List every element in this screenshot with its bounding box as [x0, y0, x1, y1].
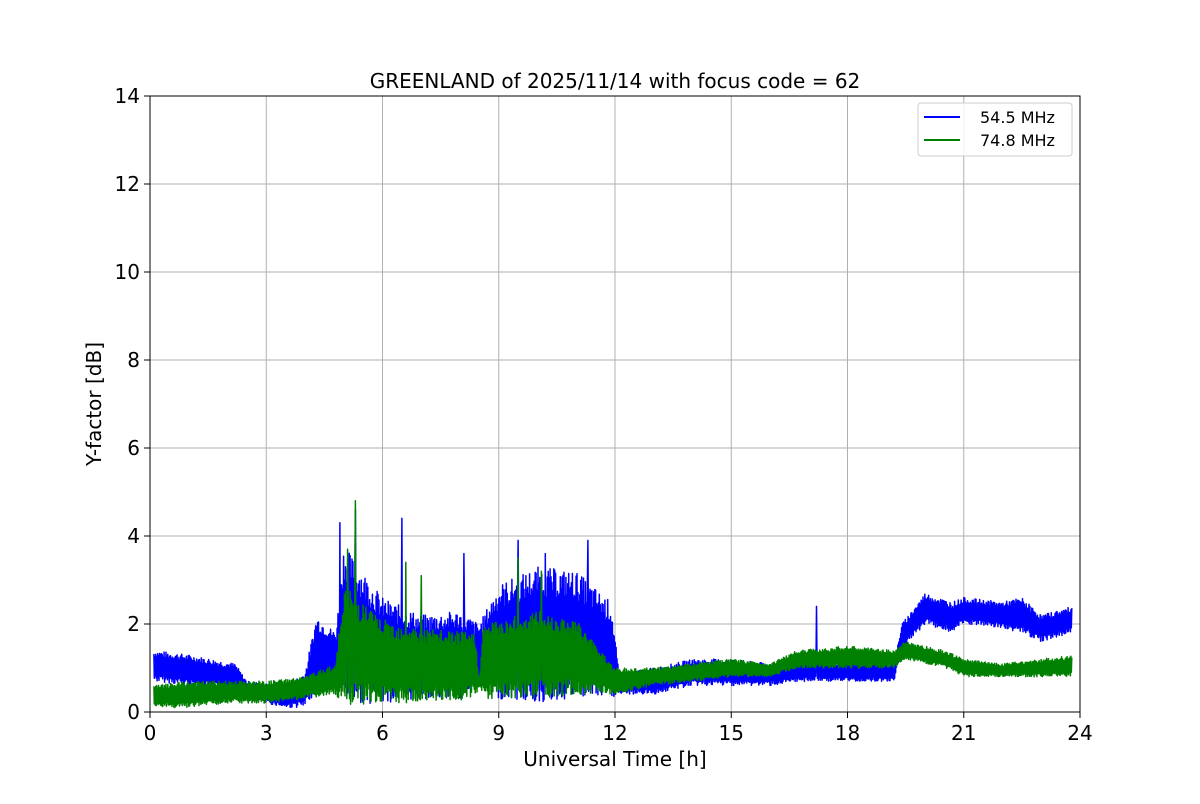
legend: 54.5 MHz 74.8 MHz	[917, 102, 1073, 157]
y-tick-label: 2	[127, 612, 140, 636]
x-tick-label: 6	[376, 721, 389, 745]
chart-title: GREENLAND of 2025/11/14 with focus code …	[370, 69, 861, 93]
y-tick-label: 12	[115, 172, 140, 196]
y-tick-label: 4	[127, 524, 140, 548]
x-tick-label: 24	[1067, 721, 1092, 745]
x-tick-label: 3	[260, 721, 273, 745]
y-tick-label: 8	[127, 348, 140, 372]
x-tick-label: 9	[492, 721, 505, 745]
x-tick-label: 0	[144, 721, 157, 745]
chart-svg: GREENLAND of 2025/11/14 with focus code …	[82, 69, 1093, 771]
x-tick-label: 12	[602, 721, 627, 745]
x-tick-label: 15	[719, 721, 744, 745]
y-tick-label: 14	[115, 84, 140, 108]
x-axis-label: Universal Time [h]	[523, 747, 706, 771]
legend-label: 74.8 MHz	[980, 131, 1055, 150]
y-axis-label: Y-factor [dB]	[82, 342, 106, 467]
x-tick-label: 21	[951, 721, 976, 745]
y-tick-label: 10	[115, 260, 140, 284]
legend-label: 54.5 MHz	[980, 108, 1055, 127]
y-tick-label: 0	[127, 700, 140, 724]
x-axis-ticks: 0 3 6 9 12 15 18 21 24	[144, 712, 1093, 745]
y-tick-label: 6	[127, 436, 140, 460]
y-axis-ticks: 0 2 4 6 8 10 12 14	[115, 84, 150, 724]
x-tick-label: 18	[835, 721, 860, 745]
series-layer	[153, 500, 1073, 709]
chart-container: GREENLAND of 2025/11/14 with focus code …	[0, 0, 1200, 800]
